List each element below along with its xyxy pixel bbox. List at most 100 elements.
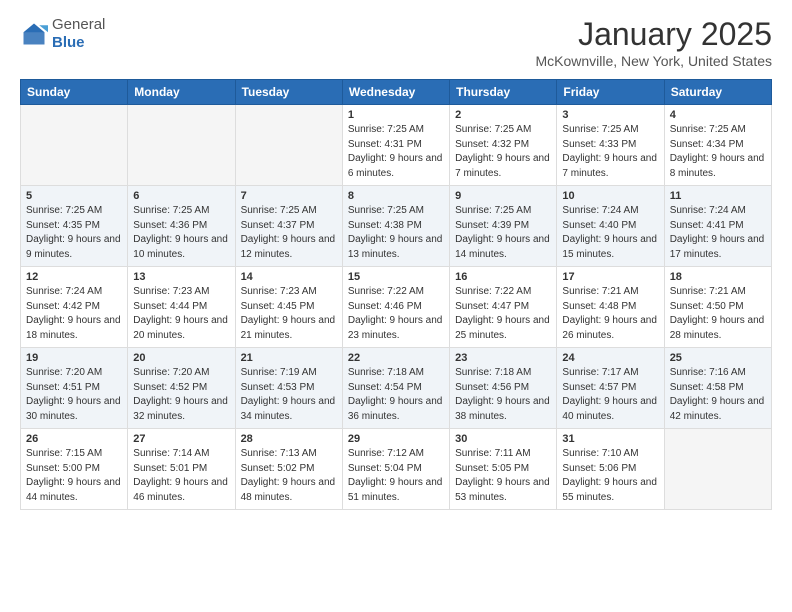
- day-number: 8: [348, 190, 444, 202]
- day-number: 18: [670, 271, 766, 283]
- logo-icon: [20, 20, 48, 48]
- day-info: Sunrise: 7:18 AM Sunset: 4:54 PM Dayligh…: [348, 366, 444, 424]
- day-cell: 24 Sunrise: 7:17 AM Sunset: 4:57 PM Dayli…: [557, 348, 664, 429]
- day-cell: [235, 105, 342, 186]
- week-row-4: 26Sunrise: 7:15 AM Sunset: 5:00 PM Dayli…: [21, 429, 772, 510]
- day-number: 11: [670, 190, 766, 202]
- day-header-thursday: Thursday: [450, 80, 557, 105]
- day-cell: 6Sunrise: 7:25 AM Sunset: 4:36 PM Daylig…: [128, 186, 235, 267]
- day-number: 19: [26, 352, 122, 364]
- day-cell: 13 Sunrise: 7:23 AM Sunset: 4:44 PM Dayli…: [128, 267, 235, 348]
- calendar: SundayMondayTuesdayWednesdayThursdayFrid…: [20, 79, 772, 510]
- day-info: Sunrise: 7:13 AM Sunset: 5:02 PM Dayligh…: [241, 447, 337, 505]
- day-info: Sunrise: 7:25 AM Sunset: 4:37 PM Dayligh…: [241, 204, 337, 262]
- logo-blue: Blue: [52, 34, 85, 51]
- day-number: 22: [348, 352, 444, 364]
- day-cell: 4Sunrise: 7:25 AM Sunset: 4:34 PM Daylig…: [664, 105, 771, 186]
- week-row-2: 12Sunrise: 7:24 AM Sunset: 4:42 PM Dayli…: [21, 267, 772, 348]
- day-cell: 1Sunrise: 7:25 AM Sunset: 4:31 PM Daylig…: [342, 105, 449, 186]
- day-cell: [21, 105, 128, 186]
- day-cell: 10 Sunrise: 7:24 AM Sunset: 4:40 PM Dayli…: [557, 186, 664, 267]
- day-number: 15: [348, 271, 444, 283]
- day-info: Sunrise: 7:11 AM Sunset: 5:05 PM Dayligh…: [455, 447, 551, 505]
- day-info: Sunrise: 7:22 AM Sunset: 4:46 PM Dayligh…: [348, 285, 444, 343]
- month-title: January 2025: [535, 16, 772, 53]
- logo-text: General Blue: [52, 16, 105, 52]
- day-cell: 22 Sunrise: 7:18 AM Sunset: 4:54 PM Dayli…: [342, 348, 449, 429]
- day-info: Sunrise: 7:25 AM Sunset: 4:39 PM Dayligh…: [455, 204, 551, 262]
- day-info: Sunrise: 7:20 AM Sunset: 4:52 PM Dayligh…: [133, 366, 229, 424]
- day-info: Sunrise: 7:19 AM Sunset: 4:53 PM Dayligh…: [241, 366, 337, 424]
- page: General Blue January 2025 McKownville, N…: [0, 0, 792, 520]
- day-info: Sunrise: 7:15 AM Sunset: 5:00 PM Dayligh…: [26, 447, 122, 505]
- day-cell: 19 Sunrise: 7:20 AM Sunset: 4:51 PM Dayli…: [21, 348, 128, 429]
- day-header-monday: Monday: [128, 80, 235, 105]
- location: McKownville, New York, United States: [535, 53, 772, 69]
- day-info: Sunrise: 7:25 AM Sunset: 4:36 PM Dayligh…: [133, 204, 229, 262]
- day-number: 17: [562, 271, 658, 283]
- day-cell: 21 Sunrise: 7:19 AM Sunset: 4:53 PM Dayli…: [235, 348, 342, 429]
- day-cell: 12Sunrise: 7:24 AM Sunset: 4:42 PM Dayli…: [21, 267, 128, 348]
- day-cell: 3 Sunrise: 7:25 AM Sunset: 4:33 PM Daylig…: [557, 105, 664, 186]
- day-info: Sunrise: 7:12 AM Sunset: 5:04 PM Dayligh…: [348, 447, 444, 505]
- day-header-wednesday: Wednesday: [342, 80, 449, 105]
- day-cell: 25Sunrise: 7:16 AM Sunset: 4:58 PM Dayli…: [664, 348, 771, 429]
- day-cell: 28 Sunrise: 7:13 AM Sunset: 5:02 PM Dayli…: [235, 429, 342, 510]
- day-cell: 16Sunrise: 7:22 AM Sunset: 4:47 PM Dayli…: [450, 267, 557, 348]
- logo-general: General: [52, 16, 105, 33]
- day-info: Sunrise: 7:18 AM Sunset: 4:56 PM Dayligh…: [455, 366, 551, 424]
- day-info: Sunrise: 7:17 AM Sunset: 4:57 PM Dayligh…: [562, 366, 658, 424]
- day-cell: 5 Sunrise: 7:25 AM Sunset: 4:35 PM Daylig…: [21, 186, 128, 267]
- day-info: Sunrise: 7:25 AM Sunset: 4:35 PM Dayligh…: [26, 204, 122, 262]
- day-info: Sunrise: 7:21 AM Sunset: 4:50 PM Dayligh…: [670, 285, 766, 343]
- day-cell: 20 Sunrise: 7:20 AM Sunset: 4:52 PM Dayli…: [128, 348, 235, 429]
- day-number: 2: [455, 109, 551, 121]
- day-cell: 26Sunrise: 7:15 AM Sunset: 5:00 PM Dayli…: [21, 429, 128, 510]
- day-number: 10: [562, 190, 658, 202]
- day-number: 3: [562, 109, 658, 121]
- day-cell: 8 Sunrise: 7:25 AM Sunset: 4:38 PM Daylig…: [342, 186, 449, 267]
- title-block: January 2025 McKownville, New York, Unit…: [535, 16, 772, 69]
- day-cell: 29 Sunrise: 7:12 AM Sunset: 5:04 PM Dayli…: [342, 429, 449, 510]
- day-info: Sunrise: 7:14 AM Sunset: 5:01 PM Dayligh…: [133, 447, 229, 505]
- day-number: 25: [670, 352, 766, 364]
- day-number: 21: [241, 352, 337, 364]
- day-number: 23: [455, 352, 551, 364]
- day-number: 5: [26, 190, 122, 202]
- day-number: 1: [348, 109, 444, 121]
- day-info: Sunrise: 7:23 AM Sunset: 4:44 PM Dayligh…: [133, 285, 229, 343]
- day-cell: 17 Sunrise: 7:21 AM Sunset: 4:48 PM Dayli…: [557, 267, 664, 348]
- day-info: Sunrise: 7:21 AM Sunset: 4:48 PM Dayligh…: [562, 285, 658, 343]
- day-number: 7: [241, 190, 337, 202]
- day-number: 16: [455, 271, 551, 283]
- logo: General Blue: [20, 16, 105, 52]
- day-number: 28: [241, 433, 337, 445]
- day-number: 13: [133, 271, 229, 283]
- day-number: 20: [133, 352, 229, 364]
- day-cell: 18 Sunrise: 7:21 AM Sunset: 4:50 PM Dayli…: [664, 267, 771, 348]
- day-cell: 15 Sunrise: 7:22 AM Sunset: 4:46 PM Dayli…: [342, 267, 449, 348]
- day-cell: 11 Sunrise: 7:24 AM Sunset: 4:41 PM Dayli…: [664, 186, 771, 267]
- day-number: 24: [562, 352, 658, 364]
- day-info: Sunrise: 7:20 AM Sunset: 4:51 PM Dayligh…: [26, 366, 122, 424]
- day-cell: 23 Sunrise: 7:18 AM Sunset: 4:56 PM Dayli…: [450, 348, 557, 429]
- header: General Blue January 2025 McKownville, N…: [20, 16, 772, 69]
- day-number: 9: [455, 190, 551, 202]
- day-cell: 14Sunrise: 7:23 AM Sunset: 4:45 PM Dayli…: [235, 267, 342, 348]
- day-header-tuesday: Tuesday: [235, 80, 342, 105]
- day-number: 12: [26, 271, 122, 283]
- day-info: Sunrise: 7:24 AM Sunset: 4:40 PM Dayligh…: [562, 204, 658, 262]
- week-row-0: 1Sunrise: 7:25 AM Sunset: 4:31 PM Daylig…: [21, 105, 772, 186]
- day-info: Sunrise: 7:25 AM Sunset: 4:33 PM Dayligh…: [562, 123, 658, 181]
- day-header-saturday: Saturday: [664, 80, 771, 105]
- day-number: 30: [455, 433, 551, 445]
- day-info: Sunrise: 7:24 AM Sunset: 4:41 PM Dayligh…: [670, 204, 766, 262]
- header-row: SundayMondayTuesdayWednesdayThursdayFrid…: [21, 80, 772, 105]
- day-number: 29: [348, 433, 444, 445]
- day-info: Sunrise: 7:25 AM Sunset: 4:38 PM Dayligh…: [348, 204, 444, 262]
- day-header-sunday: Sunday: [21, 80, 128, 105]
- day-cell: 7 Sunrise: 7:25 AM Sunset: 4:37 PM Daylig…: [235, 186, 342, 267]
- day-info: Sunrise: 7:25 AM Sunset: 4:34 PM Dayligh…: [670, 123, 766, 181]
- day-info: Sunrise: 7:10 AM Sunset: 5:06 PM Dayligh…: [562, 447, 658, 505]
- day-cell: 27Sunrise: 7:14 AM Sunset: 5:01 PM Dayli…: [128, 429, 235, 510]
